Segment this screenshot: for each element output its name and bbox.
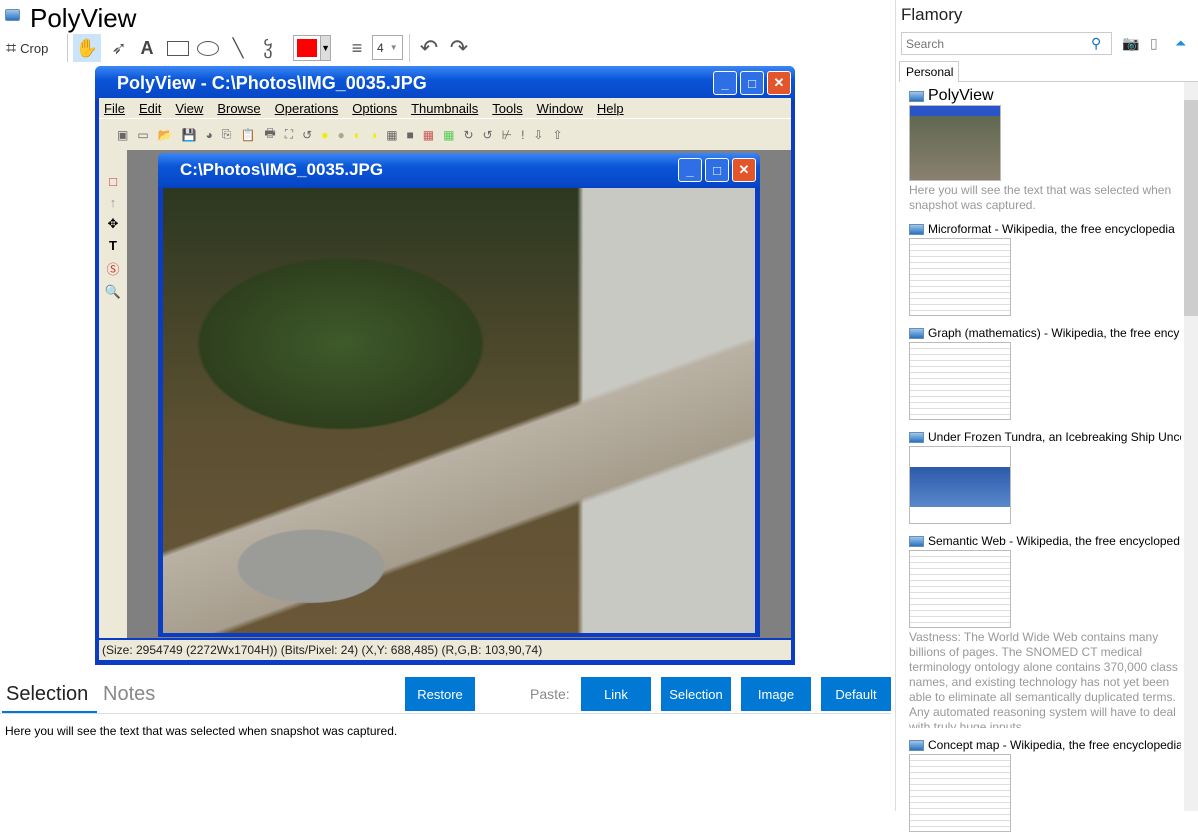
polyview-window-title: PolyView - C:\Photos\IMG_0035.JPG (117, 72, 427, 93)
item-thumbnail (909, 550, 1011, 628)
scrollbar-thumb[interactable] (1184, 100, 1198, 316)
tab-selection[interactable]: Selection (6, 683, 88, 706)
app-title: PolyView (30, 3, 137, 33)
polyview-statusbar: (Size: 2954749 (2272Wx1704H)) (Bits/Pixe… (99, 640, 791, 660)
divider (0, 713, 891, 714)
minimize-icon: _ (678, 158, 702, 182)
divider (895, 0, 896, 811)
line-width-select[interactable]: 4 ▼ (372, 35, 403, 60)
polyview-menubar: File Edit View Browse Operations Options Thumb… (99, 98, 791, 118)
snapshot-icon (909, 90, 924, 102)
paste-default-button[interactable]: Default (821, 677, 891, 711)
item-thumbnail (909, 754, 1011, 832)
freehand-tool-icon[interactable]: ჴ (256, 34, 280, 62)
divider (958, 81, 1198, 82)
menu-view: View (175, 100, 204, 116)
close-icon: ✕ (732, 158, 756, 182)
menu-options: Options (352, 100, 398, 116)
search-icon[interactable]: ⚲ (1091, 35, 1101, 52)
menu-help: Help (596, 100, 624, 116)
item-title: Graph (mathematics) - Wikipedia, the fre… (928, 326, 1180, 340)
item-title: Under Frozen Tundra, an Icebreaking Ship… (928, 430, 1181, 444)
polyview-toolbar: ▣ ▭ 📂 💾 ◕ ⎘ 📋 🖶 ⛶ ↺ ● ● ◐ ◑ ▦ ■ ▦ ▦ ↻ ↺ ⊬! ⇩ ⇧ (99, 118, 791, 150)
snapshot-icon (909, 327, 924, 339)
list-item[interactable]: PolyView Here you will see the text that… (909, 87, 1181, 213)
polyview-side-toolbar: □ ↑ ✥ T Ⓢ 🔍 (99, 150, 127, 638)
sidebar-title: Flamory (901, 5, 963, 24)
list-item[interactable]: Under Frozen Tundra, an Icebreaking Ship… (909, 430, 1181, 524)
restore-button[interactable]: Restore (405, 677, 475, 711)
color-picker[interactable]: ▼ (293, 35, 331, 61)
item-thumbnail (909, 238, 1011, 316)
paste-link-button[interactable]: Link (581, 677, 651, 711)
paste-label: Paste: (530, 686, 570, 702)
image-window: C:\Photos\IMG_0035.JPG _ □ ✕ (158, 153, 760, 637)
item-title: PolyView (928, 87, 994, 104)
crop-label: Crop (20, 40, 49, 56)
list-item[interactable]: Semantic Web - Wikipedia, the free encyc… (909, 534, 1181, 728)
snapshot-image: PolyView - C:\Photos\IMG_0035.JPG _ □ ✕ Fi… (95, 66, 795, 665)
polyview-workspace: □ ↑ ✥ T Ⓢ 🔍 C:\Photos\IMG_0035.JPG _ □ ✕ (99, 150, 791, 638)
rectangle-tool-icon[interactable] (166, 34, 190, 62)
line-width-icon: ≡ (351, 37, 363, 58)
ellipse-tool-icon[interactable] (196, 34, 220, 62)
redo-icon[interactable]: ↷ (446, 34, 472, 62)
pointer-tool-icon[interactable]: ➶ (108, 34, 130, 62)
separator (409, 34, 410, 62)
snapshot-icon (909, 739, 924, 751)
menu-edit: Edit (138, 100, 162, 116)
snapshot-icon (909, 431, 924, 443)
tab-notes[interactable]: Notes (103, 683, 155, 706)
crop-icon: ⌗ (6, 37, 17, 58)
item-title: Concept map - Wikipedia, the free encycl… (928, 738, 1181, 752)
menu-window: Window (536, 100, 583, 116)
menu-tools: Tools (492, 100, 523, 116)
app-icon (5, 9, 20, 21)
menu-thumbnails: Thumbnails (411, 100, 479, 116)
text-tool-icon[interactable]: A (137, 34, 157, 62)
item-title: Semantic Web - Wikipedia, the free encyc… (928, 534, 1180, 548)
tab-personal[interactable]: Personal (899, 61, 959, 82)
line-tool-icon[interactable]: ╲ (226, 34, 250, 62)
line-width-value: 4 (377, 40, 384, 55)
image-window-title: C:\Photos\IMG_0035.JPG (180, 160, 384, 179)
polyview-titlebar: PolyView - C:\Photos\IMG_0035.JPG _ □ ✕ (95, 66, 795, 100)
list-item[interactable]: Microformat - Wikipedia, the free encycl… (909, 222, 1181, 316)
paste-image-button[interactable]: Image (741, 677, 811, 711)
menu-operations: Operations (274, 100, 339, 116)
item-thumbnail (909, 105, 1001, 181)
menu-file: File (104, 100, 125, 116)
item-description: Here you will see the text that was sele… (909, 183, 1172, 212)
separator (67, 34, 68, 62)
garden-photo (163, 188, 755, 633)
collapse-top-icon[interactable]: ⏶ (1175, 35, 1186, 52)
snapshot-icon (909, 223, 924, 235)
close-icon: ✕ (767, 71, 791, 95)
camera-icon[interactable]: 📷 (1122, 35, 1139, 52)
color-swatch (297, 39, 318, 57)
item-thumbnail (909, 446, 1011, 524)
hand-tool-icon[interactable]: ✋ (73, 34, 101, 62)
document-icon[interactable]: ▯ (1150, 35, 1158, 52)
crop-button[interactable]: ⌗ Crop (6, 34, 48, 62)
list-item[interactable]: Concept map - Wikipedia, the free encycl… (909, 738, 1181, 832)
search-input[interactable] (901, 32, 1112, 55)
snapshot-icon (909, 535, 924, 547)
chevron-down-icon: ▼ (320, 36, 330, 60)
list-item[interactable]: Graph (mathematics) - Wikipedia, the fre… (909, 326, 1181, 420)
paste-selection-button[interactable]: Selection (661, 677, 731, 711)
minimize-icon: _ (713, 71, 737, 95)
maximize-icon: □ (705, 158, 729, 182)
selection-text: Here you will see the text that was sele… (5, 724, 398, 738)
undo-icon[interactable]: ↶ (416, 34, 442, 62)
item-thumbnail (909, 342, 1011, 420)
menu-browse: Browse (217, 100, 261, 116)
maximize-icon: □ (740, 71, 764, 95)
item-title: Microformat - Wikipedia, the free encycl… (928, 222, 1175, 236)
item-description: Vastness: The World Wide Web contains ma… (909, 630, 1178, 728)
